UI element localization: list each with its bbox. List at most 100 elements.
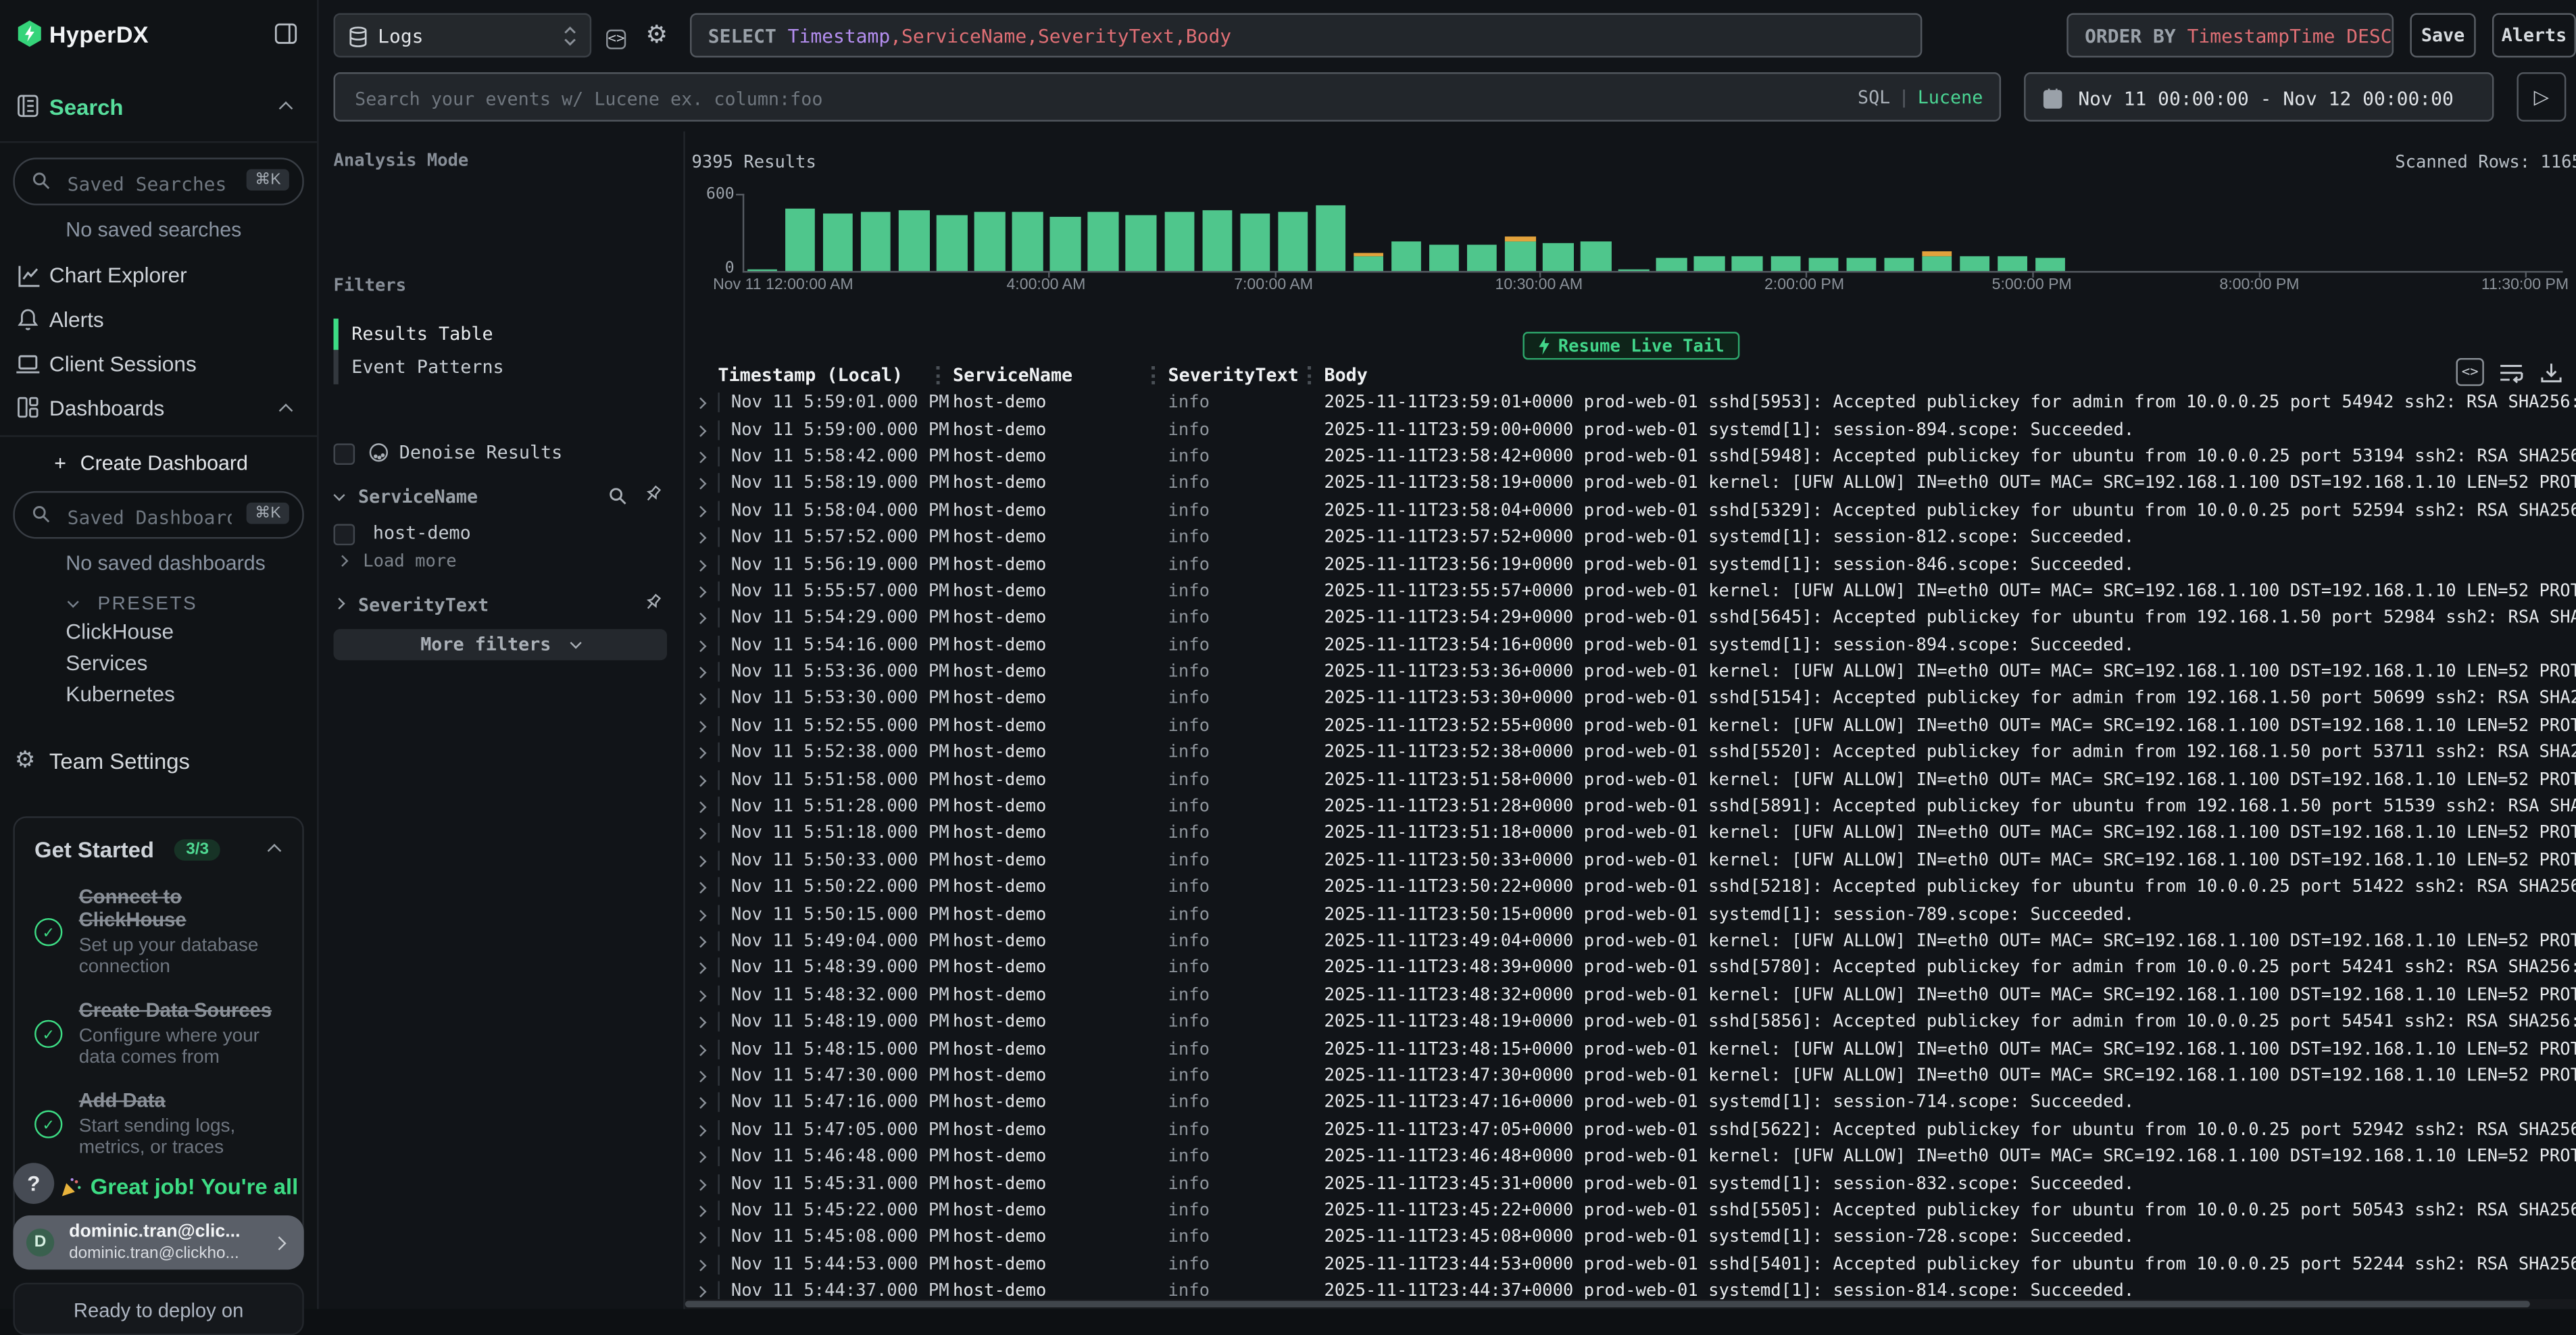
filter-search-icon[interactable]	[608, 486, 628, 506]
expand-row-icon[interactable]	[695, 478, 706, 490]
expand-row-icon[interactable]	[695, 667, 706, 678]
expand-row-icon[interactable]	[695, 425, 706, 436]
get-started-item[interactable]: ✓ Add Data Start sending logs, metrics, …	[34, 1090, 282, 1159]
table-row[interactable]: Nov 11 5:57:52.000 PMhost-demoinfo2025-1…	[685, 524, 2576, 551]
table-row[interactable]: Nov 11 5:50:33.000 PMhost-demoinfo2025-1…	[685, 847, 2576, 874]
get-started-collapse-icon[interactable]	[268, 844, 282, 858]
filter-group-servicename[interactable]: ServiceName	[358, 486, 478, 508]
table-row[interactable]: Nov 11 5:51:18.000 PMhost-demoinfo2025-1…	[685, 820, 2576, 847]
expand-row-icon[interactable]	[695, 532, 706, 544]
table-row[interactable]: Nov 11 5:48:32.000 PMhost-demoinfo2025-1…	[685, 982, 2576, 1009]
mode-results-table[interactable]: Results Table	[351, 324, 493, 345]
filter-group-severitytext[interactable]: SeverityText	[358, 595, 489, 616]
table-row[interactable]: Nov 11 5:51:28.000 PMhost-demoinfo2025-1…	[685, 793, 2576, 820]
expand-row-icon[interactable]	[695, 1044, 706, 1055]
get-started-item[interactable]: ✓ Connect to ClickHouse Set up your data…	[34, 887, 282, 979]
table-row[interactable]: Nov 11 5:47:30.000 PMhost-demoinfo2025-1…	[685, 1062, 2576, 1089]
denoise-label[interactable]: Denoise Results	[399, 442, 563, 463]
expand-row-icon[interactable]	[695, 990, 706, 1001]
expand-row-icon[interactable]	[695, 559, 706, 571]
table-row[interactable]: Nov 11 5:52:38.000 PMhost-demoinfo2025-1…	[685, 739, 2576, 766]
expand-row-icon[interactable]	[695, 1151, 706, 1163]
expand-row-icon[interactable]	[695, 694, 706, 705]
sidebar-collapse-icon[interactable]	[274, 23, 297, 45]
expand-row-icon[interactable]	[695, 505, 706, 517]
dashboards-collapse-icon[interactable]	[279, 403, 293, 418]
table-row[interactable]: Nov 11 5:54:29.000 PMhost-demoinfo2025-1…	[685, 605, 2576, 632]
search-input[interactable]	[351, 74, 1770, 123]
chevron-down-icon[interactable]	[333, 489, 345, 501]
expand-row-icon[interactable]	[695, 801, 706, 813]
preset-services[interactable]: Services	[66, 651, 147, 675]
search-field[interactable]: SQL|Lucene	[334, 72, 2002, 122]
results-histogram[interactable]	[743, 194, 2563, 273]
expand-row-icon[interactable]	[695, 451, 706, 463]
pin-icon[interactable]	[643, 484, 664, 506]
table-row[interactable]: Nov 11 5:50:15.000 PMhost-demoinfo2025-1…	[685, 901, 2576, 928]
table-row[interactable]: Nov 11 5:45:22.000 PMhost-demoinfo2025-1…	[685, 1197, 2576, 1224]
column-header-timestamp[interactable]: Timestamp (Local)	[718, 365, 953, 386]
expand-row-icon[interactable]	[695, 1098, 706, 1109]
chevron-right-icon[interactable]	[333, 598, 345, 609]
orderby-input[interactable]: ORDER BY TimestampTime DESC	[2066, 13, 2394, 57]
alerts-button[interactable]: Alerts	[2492, 13, 2576, 57]
gear-icon[interactable]: ⚙	[645, 20, 668, 49]
sidebar-item-chart-explorer[interactable]: Chart Explorer	[49, 263, 187, 287]
sidebar-item-dashboards[interactable]: Dashboards	[49, 396, 164, 420]
expand-row-icon[interactable]	[695, 775, 706, 786]
table-row[interactable]: Nov 11 5:48:19.000 PMhost-demoinfo2025-1…	[685, 1009, 2576, 1036]
expand-row-icon[interactable]	[695, 748, 706, 759]
table-row[interactable]: Nov 11 5:59:01.000 PMhost-demoinfo2025-1…	[685, 389, 2576, 416]
column-header-servicename[interactable]: ServiceName	[953, 365, 1168, 386]
table-row[interactable]: Nov 11 5:55:57.000 PMhost-demoinfo2025-1…	[685, 578, 2576, 605]
table-row[interactable]: Nov 11 5:50:22.000 PMhost-demoinfo2025-1…	[685, 874, 2576, 901]
search-section-collapse-icon[interactable]	[279, 101, 293, 116]
saved-dashboards-field[interactable]: ⌘K	[13, 491, 303, 539]
denoise-checkbox[interactable]	[334, 443, 355, 465]
query-language-toggle[interactable]: SQL|Lucene	[1858, 87, 1983, 109]
expand-row-icon[interactable]	[695, 1071, 706, 1082]
sql-toggle[interactable]: SQL	[1858, 87, 1890, 109]
run-query-button[interactable]: ▷	[2517, 72, 2566, 122]
sidebar-item-search[interactable]: Search	[49, 95, 123, 120]
get-started-item[interactable]: ✓ Create Data Sources Configure where yo…	[34, 1000, 282, 1069]
expand-row-icon[interactable]	[695, 613, 706, 624]
table-row[interactable]: Nov 11 5:53:30.000 PMhost-demoinfo2025-1…	[685, 685, 2576, 712]
save-button[interactable]: Save	[2410, 13, 2475, 57]
table-row[interactable]: Nov 11 5:58:19.000 PMhost-demoinfo2025-1…	[685, 470, 2576, 497]
pin-icon[interactable]	[643, 593, 664, 615]
create-dashboard-button[interactable]: + Create Dashboard	[54, 452, 248, 475]
user-profile-card[interactable]: D dominic.tran@clic... dominic.tran@clic…	[13, 1215, 303, 1269]
table-row[interactable]: Nov 11 5:58:42.000 PMhost-demoinfo2025-1…	[685, 443, 2576, 470]
sidebar-item-team-settings[interactable]: Team Settings	[49, 749, 190, 774]
presets-section[interactable]: PRESETS	[69, 588, 197, 618]
table-row[interactable]: Nov 11 5:44:37.000 PMhost-demoinfo2025-1…	[685, 1278, 2576, 1299]
expand-row-icon[interactable]	[695, 963, 706, 974]
table-row[interactable]: Nov 11 5:53:36.000 PMhost-demoinfo2025-1…	[685, 659, 2576, 686]
saved-searches-field[interactable]: ⌘K	[13, 157, 303, 205]
column-header-severitytext[interactable]: SeverityText	[1168, 365, 1324, 386]
expand-row-icon[interactable]	[695, 1232, 706, 1244]
horizontal-scrollbar[interactable]	[685, 1299, 2576, 1309]
expand-row-icon[interactable]	[695, 909, 706, 921]
expand-row-icon[interactable]	[695, 1017, 706, 1028]
expand-row-icon[interactable]	[695, 1205, 706, 1217]
more-filters-button[interactable]: More filters	[334, 629, 668, 660]
filter-value-host-demo[interactable]: host-demo	[373, 522, 471, 544]
expand-row-icon[interactable]	[695, 828, 706, 840]
table-row[interactable]: Nov 11 5:52:55.000 PMhost-demoinfo2025-1…	[685, 712, 2576, 739]
table-row[interactable]: Nov 11 5:56:19.000 PMhost-demoinfo2025-1…	[685, 551, 2576, 578]
source-select[interactable]: Logs	[334, 13, 592, 57]
load-more-link[interactable]: Load more	[363, 552, 456, 572]
mode-event-patterns[interactable]: Event Patterns	[351, 357, 503, 378]
column-header-body[interactable]: Body	[1324, 365, 2575, 386]
table-row[interactable]: Nov 11 5:48:15.000 PMhost-demoinfo2025-1…	[685, 1036, 2576, 1063]
table-row[interactable]: Nov 11 5:49:04.000 PMhost-demoinfo2025-1…	[685, 928, 2576, 955]
table-row[interactable]: Nov 11 5:46:48.000 PMhost-demoinfo2025-1…	[685, 1143, 2576, 1170]
expand-row-icon[interactable]	[695, 1178, 706, 1190]
sidebar-item-alerts[interactable]: Alerts	[49, 307, 104, 332]
expand-row-icon[interactable]	[695, 398, 706, 409]
expand-row-icon[interactable]	[695, 640, 706, 651]
table-row[interactable]: Nov 11 5:47:05.000 PMhost-demoinfo2025-1…	[685, 1116, 2576, 1143]
resume-live-tail-button[interactable]: Resume Live Tail	[1522, 332, 1739, 359]
